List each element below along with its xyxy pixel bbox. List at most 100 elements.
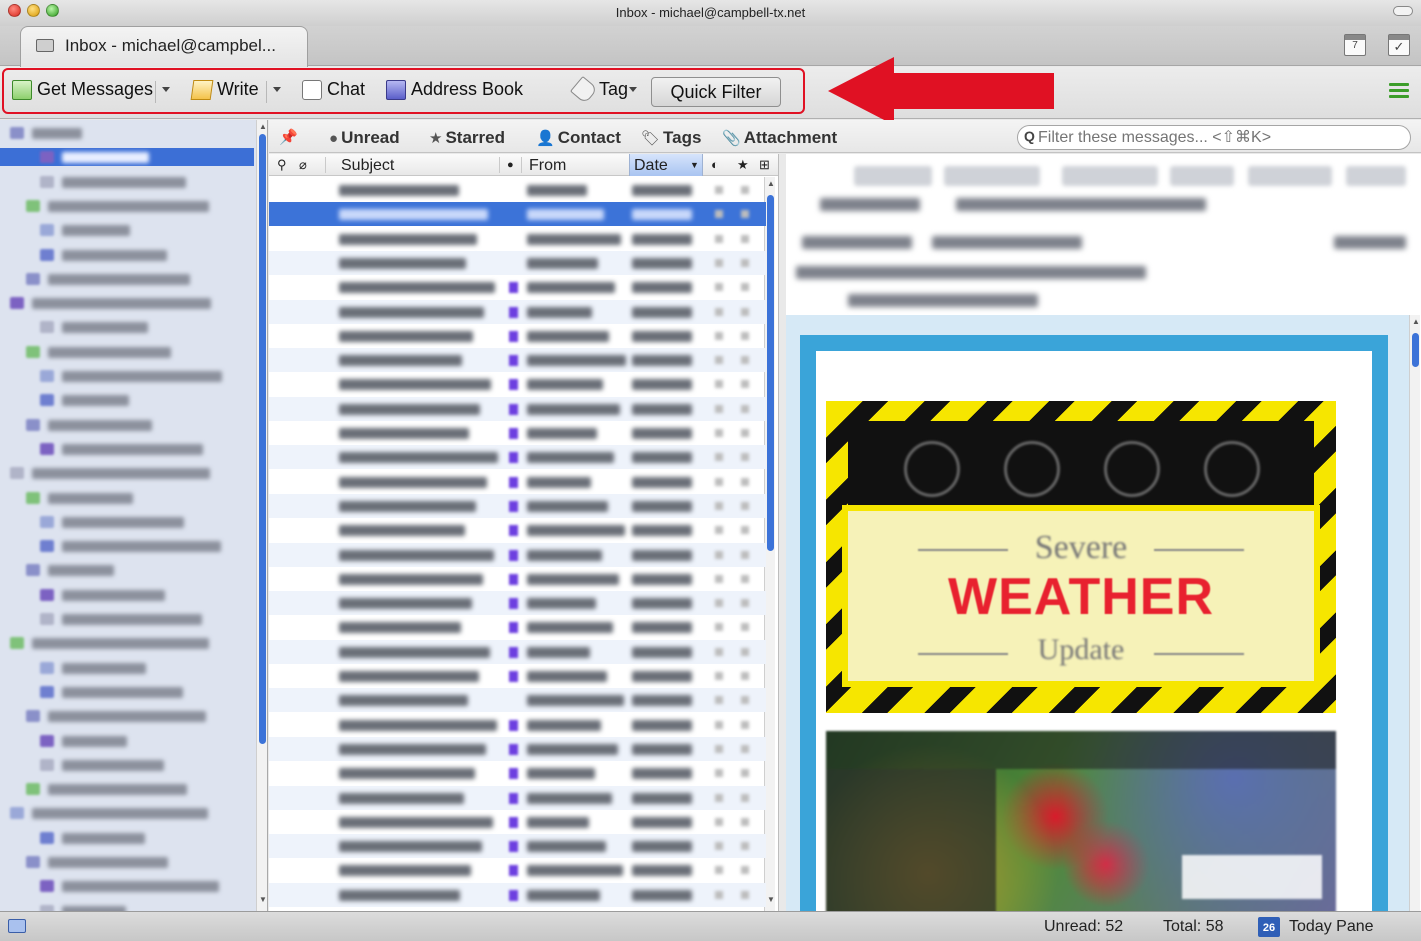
- row-flag-icon[interactable]: [715, 696, 723, 705]
- forward-button[interactable]: [1062, 166, 1158, 186]
- row-flag-icon[interactable]: [715, 574, 723, 583]
- row-flag-icon[interactable]: [715, 817, 723, 826]
- online-status-icon[interactable]: [8, 919, 26, 933]
- hamburger-menu-icon[interactable]: [1389, 83, 1409, 99]
- message-row[interactable]: [269, 567, 766, 591]
- row-flag-icon[interactable]: [715, 331, 723, 340]
- folder-item[interactable]: [0, 124, 254, 142]
- message-row[interactable]: [269, 493, 766, 518]
- message-row[interactable]: [269, 858, 766, 882]
- row-flag-icon[interactable]: [715, 793, 723, 802]
- message-row[interactable]: [269, 713, 766, 737]
- today-pane-toggle[interactable]: Today Pane: [1289, 918, 1374, 936]
- row-flag-icon[interactable]: [715, 866, 723, 875]
- folder-item[interactable]: [0, 416, 254, 434]
- folder-item[interactable]: [0, 902, 254, 911]
- folder-item[interactable]: [0, 586, 254, 604]
- message-row[interactable]: [269, 591, 766, 616]
- row-flag-icon[interactable]: [715, 453, 723, 462]
- row-flag-icon[interactable]: [715, 307, 723, 316]
- date-column-header[interactable]: Date ▼: [629, 154, 703, 176]
- folder-item[interactable]: [0, 513, 254, 531]
- folder-item[interactable]: [0, 610, 254, 628]
- row-flag-icon[interactable]: [741, 574, 749, 583]
- scroll-down-icon[interactable]: ▼: [767, 895, 775, 904]
- row-flag-icon[interactable]: [741, 817, 749, 826]
- row-flag-icon[interactable]: [715, 210, 723, 219]
- message-row[interactable]: [269, 372, 766, 396]
- message-row[interactable]: [269, 275, 766, 299]
- message-row[interactable]: [269, 785, 766, 810]
- folder-item[interactable]: [0, 294, 254, 312]
- row-flag-icon[interactable]: [715, 647, 723, 656]
- row-flag-icon[interactable]: [741, 380, 749, 389]
- folder-item[interactable]: [0, 440, 254, 458]
- calendar-icon[interactable]: 7: [1344, 34, 1366, 56]
- message-row[interactable]: [269, 250, 766, 275]
- row-flag-icon[interactable]: [741, 647, 749, 656]
- row-flag-icon[interactable]: [741, 429, 749, 437]
- row-flag-icon[interactable]: [741, 501, 749, 510]
- folder-item[interactable]: [0, 707, 254, 725]
- scroll-up-icon[interactable]: ▲: [259, 122, 267, 131]
- message-row[interactable]: [269, 882, 766, 907]
- row-flag-icon[interactable]: [741, 477, 749, 486]
- folder-item[interactable]: [0, 391, 254, 409]
- tab-inbox[interactable]: Inbox - michael@campbel...: [20, 26, 308, 67]
- message-row[interactable]: [269, 615, 766, 639]
- folder-item[interactable]: [0, 561, 254, 579]
- folder-item[interactable]: [0, 270, 254, 288]
- message-row[interactable]: [269, 299, 766, 324]
- tasks-icon[interactable]: ✓: [1388, 34, 1410, 56]
- column-picker-icon[interactable]: ⊞: [759, 157, 770, 173]
- row-flag-icon[interactable]: [715, 890, 723, 899]
- row-flag-icon[interactable]: [715, 380, 723, 389]
- folder-item[interactable]: [0, 221, 254, 239]
- row-flag-icon[interactable]: [741, 404, 749, 413]
- filter-messages-input[interactable]: [1017, 125, 1411, 150]
- from-column-header[interactable]: From: [529, 157, 566, 175]
- folder-item[interactable]: [0, 683, 254, 701]
- row-flag-icon[interactable]: [741, 793, 749, 802]
- message-row[interactable]: [269, 542, 766, 567]
- row-flag-icon[interactable]: [715, 356, 723, 365]
- row-flag-icon[interactable]: [741, 526, 749, 535]
- filter-contact-button[interactable]: 👤 Contact: [536, 128, 621, 148]
- folder-item[interactable]: [0, 853, 254, 871]
- folder-item[interactable]: [0, 148, 254, 167]
- row-flag-icon[interactable]: [741, 672, 749, 680]
- row-flag-icon[interactable]: [715, 550, 723, 559]
- folder-item[interactable]: [0, 634, 254, 652]
- message-row[interactable]: [269, 639, 766, 664]
- row-flag-icon[interactable]: [741, 769, 749, 778]
- today-pane-icon[interactable]: 26: [1258, 917, 1280, 937]
- message-row[interactable]: [269, 810, 766, 834]
- row-flag-icon[interactable]: [741, 599, 749, 608]
- folder-item[interactable]: [0, 804, 254, 822]
- other-actions-button[interactable]: [1346, 166, 1406, 186]
- row-flag-icon[interactable]: [741, 550, 749, 559]
- row-flag-icon[interactable]: [715, 429, 723, 437]
- sticky-pin-button[interactable]: 📌: [279, 128, 298, 146]
- message-scroll-thumb[interactable]: [1412, 333, 1419, 367]
- folder-item[interactable]: [0, 367, 254, 385]
- row-flag-icon[interactable]: [741, 186, 749, 194]
- folder-item[interactable]: [0, 732, 254, 750]
- scroll-down-icon[interactable]: ▼: [259, 895, 267, 904]
- row-flag-icon[interactable]: [741, 866, 749, 875]
- row-flag-icon[interactable]: [741, 453, 749, 462]
- message-row[interactable]: [269, 470, 766, 494]
- message-row[interactable]: [269, 178, 766, 202]
- folder-item[interactable]: [0, 246, 254, 264]
- row-flag-icon[interactable]: [741, 720, 749, 729]
- row-flag-icon[interactable]: [741, 234, 749, 243]
- row-flag-icon[interactable]: [715, 769, 723, 778]
- row-flag-icon[interactable]: [715, 258, 723, 267]
- row-flag-icon[interactable]: [741, 258, 749, 267]
- row-flag-icon[interactable]: [741, 283, 749, 292]
- attachment-column-icon[interactable]: ⌀: [299, 157, 307, 173]
- folder-item[interactable]: [0, 489, 254, 507]
- reply-all-button[interactable]: [944, 166, 1040, 186]
- message-row[interactable]: [269, 761, 766, 785]
- row-flag-icon[interactable]: [741, 842, 749, 851]
